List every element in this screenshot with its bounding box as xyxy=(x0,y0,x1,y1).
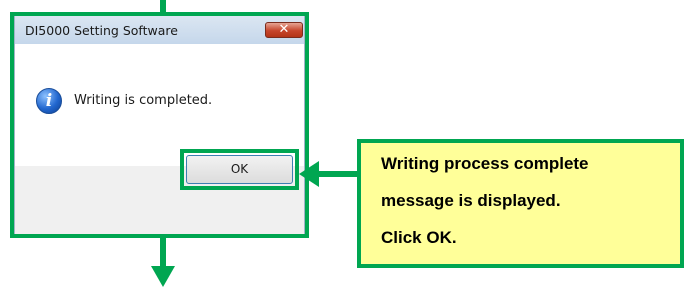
instruction-callout: Writing process complete message is disp… xyxy=(357,139,684,268)
dialog-title: DI5000 Setting Software xyxy=(25,23,178,38)
dialog-titlebar[interactable]: DI5000 Setting Software ✕ xyxy=(15,16,304,44)
close-button[interactable]: ✕ xyxy=(265,22,303,38)
message-dialog: DI5000 Setting Software ✕ i Writing is c… xyxy=(14,16,305,234)
flow-arrow-out-head xyxy=(151,266,175,287)
callout-connector xyxy=(318,171,358,177)
close-icon: ✕ xyxy=(278,22,290,37)
callout-line-2: message is displayed. xyxy=(381,191,561,210)
callout-line-3: Click OK. xyxy=(381,228,457,247)
dialog-message: Writing is completed. xyxy=(74,93,213,108)
info-icon: i xyxy=(36,88,62,114)
callout-line-1: Writing process complete xyxy=(381,154,589,173)
ok-button[interactable]: OK xyxy=(186,155,293,184)
dialog-content: i Writing is completed. xyxy=(15,44,304,166)
callout-arrow-head xyxy=(299,161,319,187)
